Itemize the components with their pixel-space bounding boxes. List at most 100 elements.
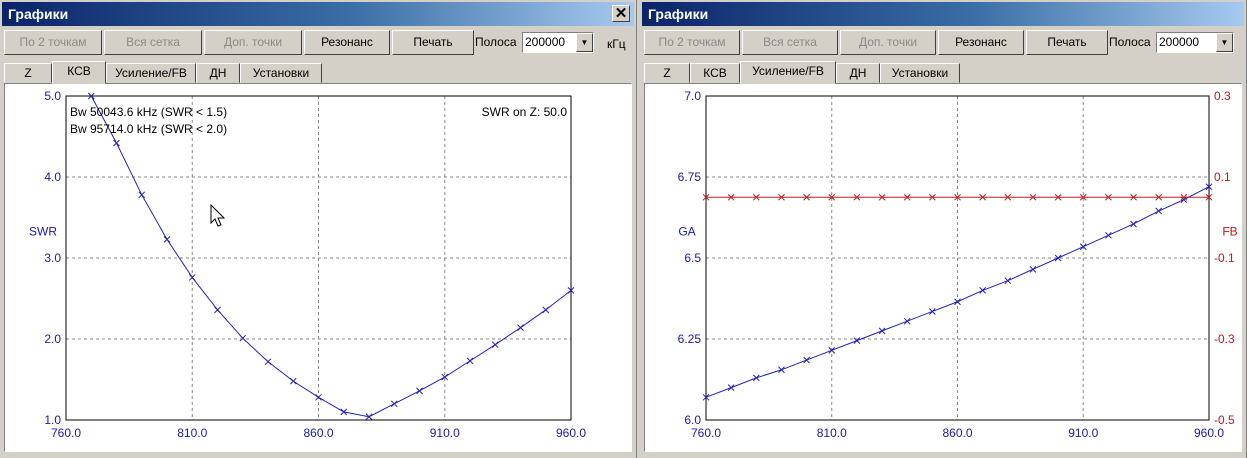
tab-settings[interactable]: Установки (240, 63, 322, 83)
chevron-down-icon[interactable]: ▼ (576, 33, 593, 52)
data-point-marker (1004, 277, 1012, 285)
data-point-marker (878, 327, 886, 335)
band-select[interactable]: 200000 ▼ (1156, 32, 1234, 53)
x-tick-label: 760.0 (691, 426, 721, 440)
close-icon[interactable]: ✕ (612, 5, 630, 22)
data-point-marker (239, 334, 247, 342)
data-point-marker (1130, 220, 1137, 228)
tab-swr[interactable]: КСВ (52, 61, 106, 84)
two-points-button[interactable]: По 2 точкам (4, 30, 102, 55)
data-point-marker (416, 387, 423, 395)
y-tick-label: 6.25 (678, 332, 702, 346)
data-point-marker (138, 191, 146, 199)
y2-axis-label: FB (1222, 224, 1237, 238)
print-button[interactable]: Печать (392, 30, 474, 55)
band-label: Полоса (1109, 35, 1151, 49)
data-point-marker (264, 358, 272, 366)
toolbar: По 2 точкам Вся сетка Доп. точки Резонан… (644, 30, 1242, 55)
y2-tick-label: -0.3 (1214, 332, 1235, 346)
x-tick-label: 960.0 (1194, 426, 1224, 440)
chart-panel: 760.0 810.0 860.0 910.0 960.0 5.0 4.0 3.0 2.0 1.0… (4, 83, 632, 452)
bandwidth-annotation: Bw 50043.6 kHz (SWR < 1.5) (70, 105, 227, 119)
x-tick-label: 910.0 (430, 426, 460, 440)
data-point-marker (1155, 207, 1163, 215)
data-point-marker (289, 377, 297, 385)
x-tick-label: 910.0 (1068, 426, 1098, 440)
data-point-marker (803, 356, 810, 364)
graphs-window-right: Графики По 2 точкам Вся сетка Доп. точки… (640, 0, 1247, 458)
data-point-marker (466, 357, 474, 365)
band-value: 200000 (525, 35, 566, 49)
y-axis-label: SWR (29, 224, 57, 238)
band-value: 200000 (1159, 35, 1200, 49)
y2-tick-label: 0.3 (1214, 89, 1231, 103)
tab-swr[interactable]: КСВ (690, 63, 740, 83)
y-tick-label: 6.5 (684, 251, 701, 265)
data-point-marker (188, 274, 196, 281)
data-point-marker (163, 236, 171, 243)
full-grid-button[interactable]: Вся сетка (742, 30, 838, 55)
data-point-marker (113, 139, 120, 147)
y-tick-label: 4.0 (44, 170, 61, 184)
y-tick-label: 6.75 (678, 170, 702, 184)
x-tick-label: 810.0 (817, 426, 847, 440)
title-bar[interactable]: Графики (642, 2, 1244, 26)
title-bar[interactable]: Графики ✕ (2, 2, 634, 26)
extra-points-button[interactable]: Доп. точки (840, 30, 936, 55)
tab-pattern[interactable]: ДН (836, 63, 880, 83)
resonance-button[interactable]: Резонанс (938, 30, 1024, 55)
tab-z[interactable]: Z (4, 63, 52, 83)
data-point-marker (954, 298, 961, 306)
swr-reference-annotation: SWR on Z: 50.0 (482, 105, 568, 119)
x-tick-label: 860.0 (942, 426, 972, 440)
data-point-marker (903, 317, 911, 325)
mouse-cursor-icon (210, 203, 226, 227)
two-points-button[interactable]: По 2 точкам (644, 30, 740, 55)
y2-tick-label: -0.1 (1214, 251, 1235, 265)
band-select[interactable]: 200000 ▼ (522, 32, 594, 53)
print-button[interactable]: Печать (1026, 30, 1108, 55)
y-axis-label: GA (678, 224, 695, 238)
y-tick-label: 7.0 (684, 89, 701, 103)
extra-points-button[interactable]: Доп. точки (204, 30, 302, 55)
data-point-marker (727, 384, 735, 391)
x-tick-label: 760.0 (51, 426, 81, 440)
unit-label: кГц (607, 37, 626, 51)
tab-pattern[interactable]: ДН (196, 63, 240, 83)
tab-gain-fb[interactable]: Усиление/FB (740, 61, 836, 84)
y-tick-label: 1.0 (44, 413, 61, 427)
gain-fb-chart: 760.0 810.0 860.0 910.0 960.0 7.0 6.75 6.5 6.25 6… (678, 89, 1238, 440)
data-point-marker (928, 308, 936, 315)
y2-tick-label: 0.1 (1214, 170, 1231, 184)
band-label: Полоса (475, 35, 517, 49)
tab-z[interactable]: Z (644, 63, 690, 83)
chevron-down-icon[interactable]: ▼ (1216, 33, 1233, 52)
x-tick-label: 860.0 (303, 426, 333, 440)
graphs-window-left: Графики ✕ По 2 точкам Вся сетка Доп. точ… (0, 0, 637, 458)
y-tick-label: 5.0 (44, 89, 61, 103)
tab-settings[interactable]: Установки (880, 63, 960, 83)
data-point-marker (1105, 231, 1112, 239)
data-point-marker (979, 287, 987, 294)
y-tick-label: 3.0 (44, 251, 61, 265)
toolbar: По 2 точкам Вся сетка Доп. точки Резонан… (4, 30, 632, 55)
data-point-marker (315, 393, 322, 401)
resonance-button[interactable]: Резонанс (304, 30, 390, 55)
window-title: Графики (8, 6, 69, 22)
data-point-marker (491, 341, 499, 349)
y-tick-label: 2.0 (44, 332, 61, 346)
y2-tick-label: -0.5 (1214, 413, 1235, 427)
bandwidth-annotation: Bw 95714.0 kHz (SWR < 2.0) (70, 122, 227, 136)
swr-chart: 760.0 810.0 860.0 910.0 960.0 5.0 4.0 3.0 2.0 1.0… (29, 89, 586, 440)
window-title: Графики (648, 6, 709, 22)
full-grid-button[interactable]: Вся сетка (104, 30, 202, 55)
data-point-marker (390, 400, 398, 408)
y-tick-label: 6.0 (684, 413, 701, 427)
x-tick-label: 810.0 (177, 426, 207, 440)
data-point-marker (1029, 265, 1037, 273)
data-point-marker (778, 366, 785, 374)
data-point-marker (542, 306, 550, 314)
x-tick-label: 960.0 (556, 426, 586, 440)
tab-gain-fb[interactable]: Усиление/FB (106, 63, 196, 83)
series-line (90, 95, 572, 418)
